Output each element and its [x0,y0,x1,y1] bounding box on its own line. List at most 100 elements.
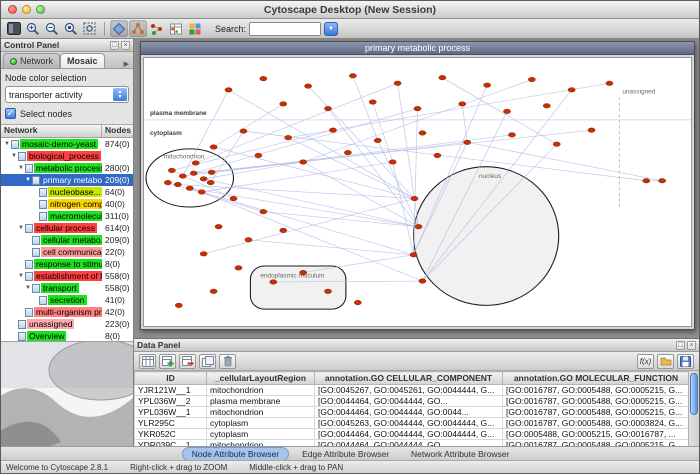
node[interactable] [190,171,197,175]
birds-eye-view[interactable] [1,342,133,446]
node[interactable] [606,81,613,85]
graphics-details-icon[interactable] [110,20,128,37]
close-panel-icon[interactable]: × [121,41,130,50]
expand-arrow-icon[interactable]: ▼ [10,153,18,159]
search-input[interactable] [249,22,321,36]
tree-row[interactable]: ▼metabolic process280(0) [1,162,133,174]
minimize-window-button[interactable] [22,5,31,14]
node[interactable] [186,186,193,190]
node[interactable] [464,140,471,144]
node[interactable] [389,160,396,164]
node[interactable] [260,209,267,213]
node[interactable] [270,280,277,284]
node[interactable] [354,300,361,304]
node[interactable] [434,153,441,157]
node[interactable] [415,224,422,228]
node[interactable] [192,161,199,165]
close-data-panel-icon[interactable]: × [687,341,696,350]
node[interactable] [324,106,331,110]
first-neighbors-icon[interactable] [129,20,147,37]
tree-column-nodes[interactable]: Nodes [102,125,131,137]
edge[interactable] [393,162,414,255]
import-attributes-icon[interactable] [167,20,185,37]
table-row[interactable]: YJR121W__1mitochondrion[GO:0045267, GO:0… [135,385,690,396]
node[interactable] [168,168,175,172]
node[interactable] [419,131,426,135]
select-attributes-icon[interactable] [139,354,156,369]
table-scrollbar-thumb[interactable] [690,373,698,415]
node[interactable] [198,190,205,194]
node[interactable] [643,179,650,183]
tree-row[interactable]: Overview8(0) [1,330,133,341]
expand-arrow-icon[interactable]: ▼ [24,177,32,183]
node[interactable] [230,196,237,200]
node[interactable] [484,83,491,87]
edge[interactable] [308,86,414,198]
column-header[interactable]: ID [135,372,207,385]
column-header[interactable]: _cellularLayoutRegion [207,372,315,385]
node[interactable] [215,224,222,228]
node[interactable] [305,84,312,88]
tree-row[interactable]: nucleobase...64(0) [1,186,133,198]
tree-row[interactable]: unassigned223(0) [1,318,133,330]
node[interactable] [200,177,207,181]
float-data-panel-icon[interactable]: □ [676,341,685,350]
tree-row[interactable]: ▼transport558(0) [1,282,133,294]
float-panel-icon[interactable]: □ [110,41,119,50]
select-nodes-checkbox[interactable]: ✓ [5,108,16,119]
node[interactable] [210,145,217,149]
tree-row[interactable]: cellular metabo...209(0) [1,234,133,246]
tab-edge-attribute-browser[interactable]: Edge Attribute Browser [293,448,398,460]
node[interactable] [235,266,242,270]
tree-row[interactable]: secretion41(0) [1,294,133,306]
table-row[interactable]: YDR039C__1mitochondrion[GO:0044464, GO:0… [135,440,690,447]
table-scrollbar[interactable] [688,371,699,446]
edge[interactable] [204,179,419,227]
zoom-fit-icon[interactable] [81,20,99,37]
cytopanel-toggle-icon[interactable] [5,20,23,37]
node[interactable] [553,142,560,146]
node[interactable] [588,128,595,132]
edge[interactable] [353,76,378,141]
table-row[interactable]: YLR295Ccytoplasm[GO:0045263, GO:0044444,… [135,418,690,429]
node[interactable] [410,253,417,257]
node[interactable] [344,150,351,154]
node[interactable] [255,153,262,157]
node[interactable] [207,180,214,184]
node[interactable] [659,179,666,183]
node[interactable] [280,102,287,106]
edge[interactable] [303,255,413,273]
network-view-title[interactable]: primary metabolic process [141,42,694,55]
table-row[interactable]: YPL036W__2plasma membrane[GO:0044464, GO… [135,396,690,407]
save-table-icon[interactable] [677,354,694,369]
delete-attribute-icon[interactable] [179,354,196,369]
node[interactable] [210,289,217,293]
tree-row[interactable]: ▼cellular process614(0) [1,222,133,234]
tree-row[interactable]: ▼biological_process [1,150,133,162]
tree-row[interactable]: macromolecule...311(0) [1,210,133,222]
node[interactable] [174,182,181,186]
import-network-icon[interactable] [148,20,166,37]
zoom-selected-icon[interactable] [62,20,80,37]
node[interactable] [414,106,421,110]
node[interactable] [200,252,207,256]
tree-row[interactable]: multi-organism pro...42(0) [1,306,133,318]
tree-row[interactable]: cell communica...22(0) [1,246,133,258]
tree-row[interactable]: ▼primary metabo...209(0) [1,174,133,186]
tab-network[interactable]: Network [3,53,60,68]
node[interactable] [225,88,232,92]
copy-attributes-icon[interactable] [199,354,216,369]
tab-network-attribute-browser[interactable]: Network Attribute Browser [402,448,518,460]
column-header[interactable]: annotation.GO MOLECULAR_FUNCTION [503,372,690,385]
node[interactable] [285,135,292,139]
zoom-window-button[interactable] [36,5,45,14]
node[interactable] [503,109,510,113]
node[interactable] [300,270,307,274]
zoom-out-icon[interactable] [43,20,61,37]
edge[interactable] [214,104,284,147]
tree-row[interactable]: ▼establishment of lo...558(0) [1,270,133,282]
function-builder-icon[interactable]: f(x) [637,354,654,369]
close-window-button[interactable] [8,5,17,14]
color-attribute-select[interactable]: transporter activity ▲▼ [5,86,129,103]
node[interactable] [394,81,401,85]
